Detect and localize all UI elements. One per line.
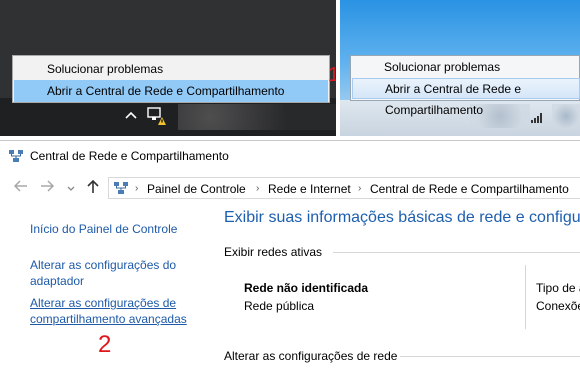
change-settings-label: Alterar as configurações de rede [224, 349, 398, 363]
address-bar[interactable]: › Painel de Controle › Rede e Internet ›… [108, 177, 580, 199]
network-center-icon [8, 149, 24, 163]
window-title: Central de Rede e Compartilhamento [30, 149, 229, 163]
sidebar-link-adapter-settings[interactable]: Alterar as configurações do adaptador [30, 257, 200, 289]
menu-item-open-network-center-win7[interactable]: Abrir a Central de Rede e Compartilhamen… [352, 78, 580, 117]
breadcrumb-network-center[interactable]: Central de Rede e Compartilhamento [370, 182, 569, 196]
section-divider-2 [400, 356, 580, 357]
sidebar-link-sharing-line2: compartilhamento avançadas [30, 312, 187, 326]
breadcrumb-separator-icon[interactable]: › [256, 183, 259, 194]
active-networks-label: Exibir redes ativas [224, 245, 323, 259]
back-arrow-icon[interactable] [12, 179, 28, 196]
sidebar-link-control-panel-home[interactable]: Início do Painel de Controle [30, 221, 177, 237]
network-type: Rede pública [244, 299, 315, 313]
chevron-up-icon[interactable] [124, 108, 138, 122]
connections-label: Conexõe [536, 299, 580, 313]
network-sharing-center-window: Central de Rede e Compartilhamento › Pai… [0, 140, 580, 373]
callout-number-2: 2 [98, 331, 112, 358]
blurred-tray-icons [178, 104, 338, 130]
up-arrow-icon[interactable] [86, 178, 100, 197]
menu-item-troubleshoot[interactable]: Solucionar problemas [14, 58, 328, 80]
signal-bars-icon[interactable] [530, 110, 546, 124]
forward-arrow-icon[interactable] [40, 179, 56, 196]
blurred-tray-icons-far-right [552, 104, 580, 128]
network-warning-icon[interactable] [146, 106, 166, 126]
sidebar-link-adapter-line1: Alterar as configurações do [30, 258, 177, 272]
breadcrumb-control-panel[interactable]: Painel de Controle [147, 182, 246, 196]
control-panel-icon [113, 181, 129, 195]
section-divider [333, 252, 580, 253]
menu-item-open-network-center[interactable]: Abrir a Central de Rede e Compartilhamen… [14, 80, 328, 102]
sidebar-link-adapter-line2: adaptador [30, 274, 85, 288]
page-heading: Exibir suas informações básicas de rede … [224, 209, 580, 226]
breadcrumb-separator-icon[interactable]: › [358, 183, 361, 194]
sidebar-link-advanced-sharing[interactable]: Alterar as configurações de compartilham… [30, 295, 210, 327]
vertical-divider [525, 265, 526, 329]
title-bar: Central de Rede e Compartilhamento [0, 141, 580, 171]
recent-dropdown-icon[interactable] [66, 181, 76, 197]
sidebar-link-sharing-line1: Alterar as configurações de [30, 296, 177, 310]
context-menu-win10: Solucionar problemas Abrir a Central de … [12, 55, 330, 103]
network-name: Rede não identificada [244, 281, 369, 295]
breadcrumb-separator-icon[interactable]: › [135, 183, 138, 194]
breadcrumb-network-internet[interactable]: Rede e Internet [268, 182, 351, 196]
access-type-label: Tipo de a [536, 281, 580, 295]
menu-item-troubleshoot-win7[interactable]: Solucionar problemas [352, 57, 580, 78]
context-menu-win7: Solucionar problemas Abrir a Central de … [350, 55, 580, 117]
panel-divider [336, 0, 340, 136]
